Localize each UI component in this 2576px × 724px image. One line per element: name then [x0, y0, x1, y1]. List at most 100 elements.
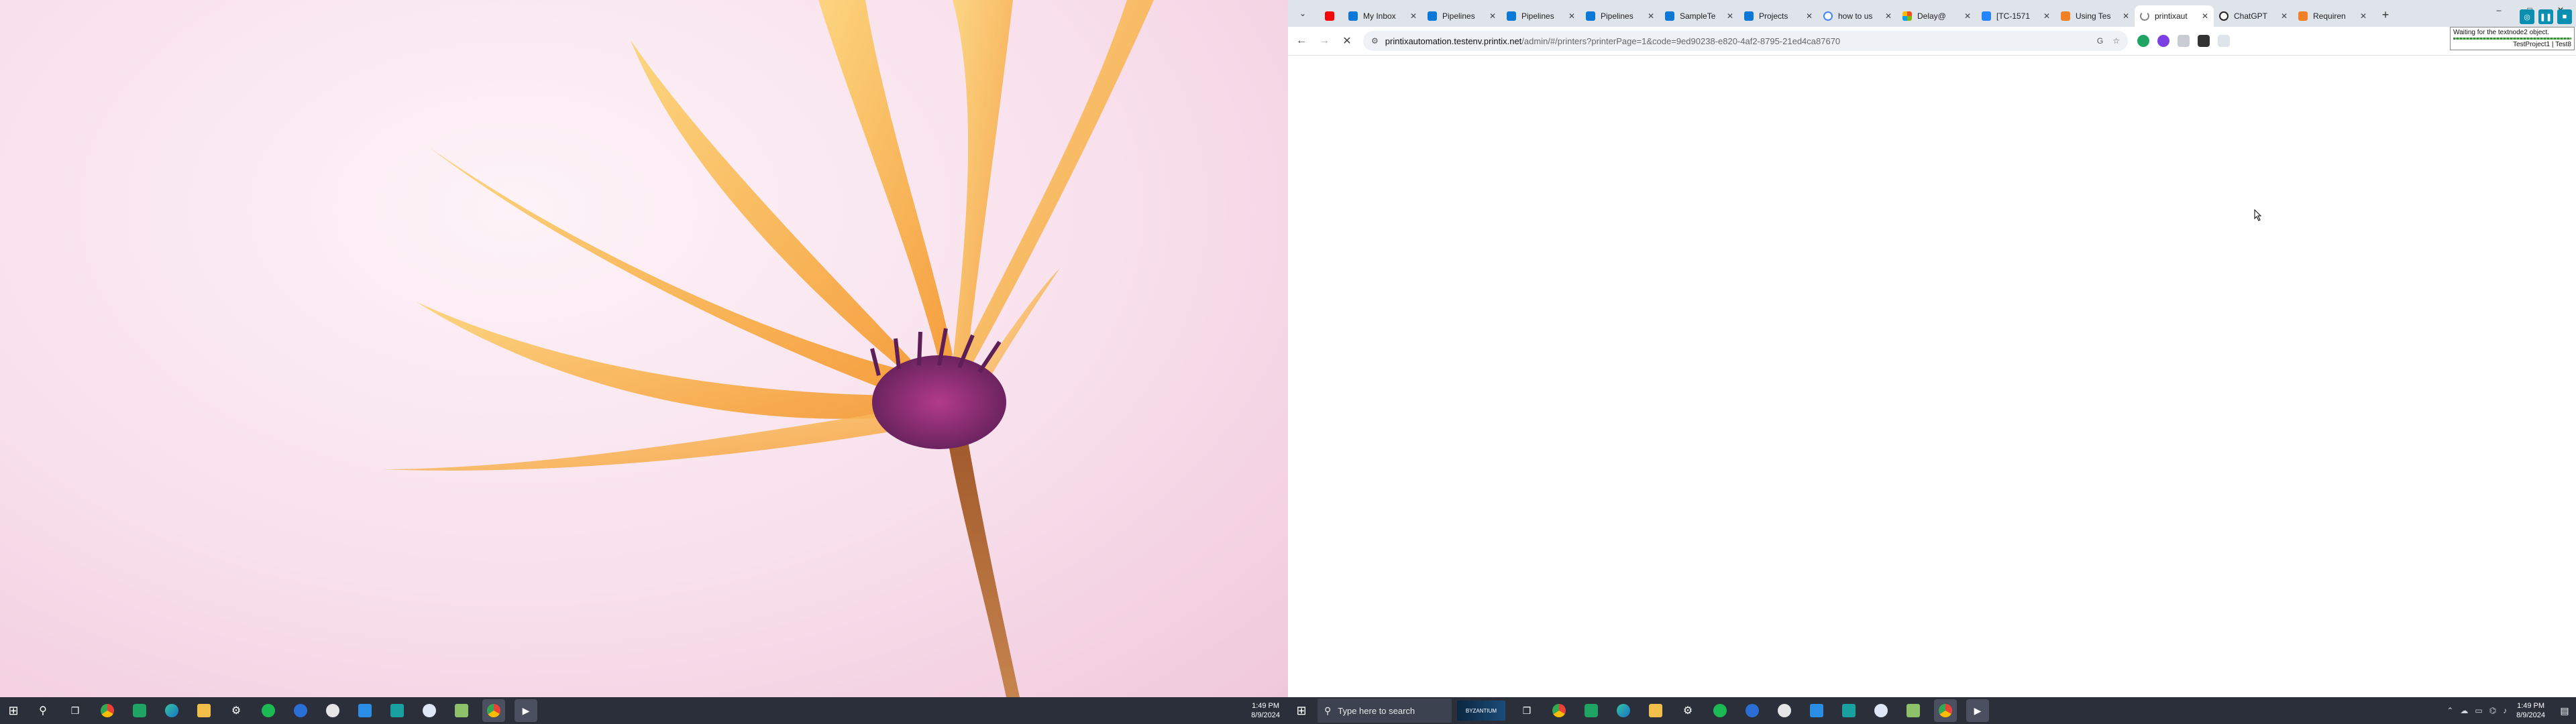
tab-delay[interactable]: Delay@ ✕: [1897, 5, 1976, 27]
vscode-icon[interactable]: [354, 699, 376, 722]
news-widget[interactable]: BYZANTIUM: [1457, 701, 1505, 721]
close-tab-icon[interactable]: ✕: [2281, 11, 2288, 21]
taskbar-search-box[interactable]: ⚲ Type here to search: [1318, 699, 1452, 723]
close-tab-icon[interactable]: ✕: [1964, 11, 1971, 21]
tab-using-tes[interactable]: Using Tes ✕: [2055, 5, 2135, 27]
edge-icon[interactable]: [160, 699, 183, 722]
tab-search-chevron-icon[interactable]: ⌄: [1293, 4, 1312, 23]
chrome-icon[interactable]: [1548, 699, 1570, 722]
close-tab-icon[interactable]: ✕: [2123, 11, 2129, 21]
azure-devops-icon: [1428, 11, 1437, 21]
agent-status-text: Waiting for the textnode2 object.: [2453, 29, 2550, 36]
network-icon[interactable]: ⌬: [2489, 706, 2496, 715]
taskbar-right: ⊞ ⚲ Type here to search BYZANTIUM ❐ ⚙ ▶ …: [1288, 697, 2576, 724]
app-sheet-icon[interactable]: [1902, 699, 1925, 722]
chrome-active-icon[interactable]: [1934, 699, 1957, 722]
close-tab-icon[interactable]: ✕: [1727, 11, 1733, 21]
app-teal-icon[interactable]: [1837, 699, 1860, 722]
app-shield-icon[interactable]: [289, 699, 312, 722]
tab-sampletest[interactable]: SampleTe ✕: [1660, 5, 1739, 27]
stop-loading-button[interactable]: ✕: [1338, 32, 1356, 50]
close-tab-icon[interactable]: ✕: [1806, 11, 1813, 21]
app-green-icon[interactable]: [128, 699, 151, 722]
tab-tc-1571[interactable]: [TC-1571 ✕: [1976, 5, 2055, 27]
agent-progress-bar: [2453, 38, 2571, 40]
tab-my-inbox[interactable]: My Inbox ✕: [1343, 5, 1422, 27]
taskbar-clock[interactable]: 1:49 PM 8/9/2024: [1251, 701, 1280, 720]
app-green-icon[interactable]: [1580, 699, 1603, 722]
agent-status-panel: Waiting for the textnode2 object. TestPr…: [2450, 27, 2575, 50]
github-icon[interactable]: [1773, 699, 1796, 722]
search-icon[interactable]: ⚲: [32, 699, 54, 722]
close-tab-icon[interactable]: ✕: [2202, 11, 2208, 21]
media-player-icon[interactable]: ▶: [1966, 699, 1989, 722]
tab-printix-active[interactable]: printixaut ✕: [2135, 5, 2214, 27]
taskbar-clock[interactable]: 1:49 PM 8/9/2024: [2516, 701, 2545, 720]
app-chat-icon[interactable]: [418, 699, 441, 722]
tab-label: ChatGPT: [2234, 11, 2268, 21]
extension-green-icon[interactable]: [2137, 35, 2149, 47]
settings-icon[interactable]: ⚙: [225, 699, 248, 722]
tab-projects[interactable]: Projects ✕: [1739, 5, 1818, 27]
tab-chatgpt[interactable]: ChatGPT ✕: [2214, 5, 2293, 27]
edge-icon[interactable]: [1612, 699, 1635, 722]
forward-button[interactable]: →: [1315, 32, 1334, 50]
close-tab-icon[interactable]: ✕: [1648, 11, 1654, 21]
extension-purple-icon[interactable]: [2157, 35, 2169, 47]
stop-button[interactable]: ■: [2557, 9, 2572, 24]
extension-filter-icon[interactable]: [2178, 35, 2190, 47]
chrome-icon[interactable]: [96, 699, 119, 722]
tab-requirements[interactable]: Requiren ✕: [2293, 5, 2372, 27]
clock-time: 1:49 PM: [1252, 702, 1280, 710]
spotify-icon[interactable]: [1709, 699, 1731, 722]
tab-youtube[interactable]: [1316, 5, 1343, 27]
bookmark-star-icon[interactable]: ☆: [2112, 36, 2120, 46]
task-view-icon[interactable]: ❐: [64, 699, 87, 722]
tab-pipelines-1[interactable]: Pipelines ✕: [1422, 5, 1501, 27]
translate-icon[interactable]: G: [2097, 36, 2103, 46]
tab-pipelines-2[interactable]: Pipelines ✕: [1501, 5, 1580, 27]
close-tab-icon[interactable]: ✕: [1568, 11, 1575, 21]
file-explorer-icon[interactable]: [193, 699, 215, 722]
media-player-icon[interactable]: ▶: [515, 699, 537, 722]
tab-how-to-use[interactable]: how to us ✕: [1818, 5, 1897, 27]
file-explorer-icon[interactable]: [1644, 699, 1667, 722]
app-shield-icon[interactable]: [1741, 699, 1764, 722]
site-info-icon[interactable]: ⚙: [1371, 36, 1379, 46]
app-teal-icon[interactable]: [386, 699, 409, 722]
close-tab-icon[interactable]: ✕: [1489, 11, 1496, 21]
spotify-icon[interactable]: [257, 699, 280, 722]
azure-devops-icon: [1586, 11, 1595, 21]
onedrive-icon[interactable]: ☁: [2460, 706, 2468, 715]
app-chat-icon[interactable]: [1870, 699, 1892, 722]
settings-icon[interactable]: ⚙: [1676, 699, 1699, 722]
clock-date: 8/9/2024: [2516, 711, 2545, 719]
close-tab-icon[interactable]: ✕: [2043, 11, 2050, 21]
task-view-icon[interactable]: ❐: [1515, 699, 1538, 722]
address-bar[interactable]: ⚙ printixautomation.testenv.printix.net …: [1363, 31, 2128, 51]
extension-dark-icon[interactable]: [2198, 35, 2210, 47]
display-icon[interactable]: ▭: [2475, 706, 2482, 715]
volume-icon[interactable]: ♪: [2503, 706, 2507, 715]
close-tab-icon[interactable]: ✕: [2360, 11, 2367, 21]
chevron-up-icon[interactable]: ⌃: [2447, 706, 2453, 715]
tab-label: printixaut: [2155, 11, 2188, 21]
agent-logo-icon[interactable]: ◎: [2520, 9, 2534, 24]
close-tab-icon[interactable]: ✕: [1410, 11, 1417, 21]
pause-button[interactable]: ❚❚: [2538, 9, 2553, 24]
back-button[interactable]: ←: [1292, 32, 1311, 50]
url-host: printixautomation.testenv.printix.net: [1385, 36, 1522, 46]
extension-grey-icon[interactable]: [2218, 35, 2230, 47]
vscode-icon[interactable]: [1805, 699, 1828, 722]
chrome-active-icon[interactable]: [482, 699, 505, 722]
close-tab-icon[interactable]: ✕: [1885, 11, 1892, 21]
windows-start-icon[interactable]: ⊞: [1288, 697, 1315, 724]
notifications-icon[interactable]: ▤: [2553, 697, 2576, 724]
tab-pipelines-3[interactable]: Pipelines ✕: [1580, 5, 1660, 27]
new-tab-button[interactable]: +: [2376, 5, 2395, 24]
agent-project-text: TestProject1 | Test8: [2513, 41, 2571, 48]
windows-start-icon[interactable]: ⊞: [0, 697, 27, 724]
app-sheet-icon[interactable]: [450, 699, 473, 722]
loading-icon: [2140, 11, 2149, 21]
github-icon[interactable]: [321, 699, 344, 722]
